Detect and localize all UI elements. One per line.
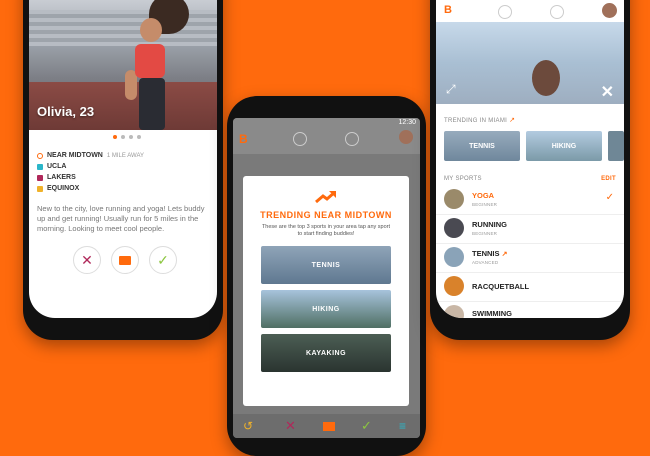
edit-button[interactable]: EDIT <box>601 176 616 182</box>
filter-icon[interactable] <box>293 132 307 146</box>
detail-team: LAKERS <box>37 172 144 183</box>
phone-profile: Olivia, 23 NEAR MIDTOWN 1 MILE AWAY UCLA… <box>23 0 223 340</box>
detail-location: NEAR MIDTOWN 1 MILE AWAY <box>37 150 144 161</box>
trending-tile-hiking[interactable]: HIKING <box>526 131 602 161</box>
check-icon: ✓ <box>157 251 169 268</box>
sport-avatar <box>444 276 464 296</box>
avatar[interactable] <box>399 130 413 144</box>
reject-button[interactable]: ✕ <box>73 246 101 274</box>
profile-bio: New to the city, love running and yoga! … <box>37 204 205 233</box>
sport-avatar <box>444 247 464 267</box>
tennis-card[interactable]: TENNIS <box>261 246 391 284</box>
profile-photo[interactable]: Olivia, 23 <box>29 0 217 130</box>
filter-icon[interactable] <box>498 5 512 19</box>
trending-tile-tennis[interactable]: TENNIS <box>444 131 520 161</box>
photo-pager[interactable] <box>113 135 141 139</box>
envelope-icon <box>119 255 131 265</box>
accept-button[interactable]: ✓ <box>149 246 177 274</box>
profile-screen: Olivia, 23 NEAR MIDTOWN 1 MILE AWAY UCLA… <box>29 0 217 318</box>
profile-name: Olivia, 23 <box>37 104 95 119</box>
sport-row-swimming[interactable]: SWIMMING <box>436 302 624 318</box>
phone-sports: B ⤢ ✕ TRENDING IN MIAMI ↗ TENNIS HIKING … <box>430 0 630 340</box>
trending-modal: TRENDING NEAR MIDTOWN These are the top … <box>243 176 409 406</box>
detail-school: UCLA <box>37 161 144 172</box>
sport-avatar <box>444 189 464 209</box>
trending-label: TRENDING IN MIAMI ↗ <box>444 117 516 124</box>
logo-icon[interactable]: B <box>444 4 452 16</box>
expand-icon[interactable]: ⤢ <box>446 82 456 97</box>
check-icon: ✓ <box>605 192 614 203</box>
avatar[interactable] <box>602 3 617 18</box>
team-icon <box>37 174 43 181</box>
message-button[interactable] <box>111 246 139 274</box>
sport-avatar <box>444 218 464 238</box>
kayaking-card[interactable]: KAYAKING <box>261 334 391 372</box>
trending-up-icon: ↗ <box>501 251 508 258</box>
close-icon: ✕ <box>81 251 93 268</box>
logo-icon[interactable]: B <box>239 132 248 146</box>
detail-gym: EQUINOX <box>37 183 144 194</box>
app-header: 12:30 B <box>233 118 420 154</box>
profile-details: NEAR MIDTOWN 1 MILE AWAY UCLA LAKERS EQU… <box>37 150 144 194</box>
sport-row-yoga[interactable]: YOGA BEGINNER ✓ <box>436 186 624 215</box>
sports-screen: B ⤢ ✕ TRENDING IN MIAMI ↗ TENNIS HIKING … <box>436 0 624 318</box>
trending-tile-more[interactable] <box>608 131 624 161</box>
trending-up-icon <box>315 190 336 204</box>
trending-screen: 12:30 B TRENDING NEAR MIDTOWN These are … <box>233 118 420 438</box>
app-header: B <box>436 0 624 22</box>
close-icon[interactable]: ✕ <box>285 418 296 434</box>
status-time: 12:30 <box>398 119 416 126</box>
menu-icon[interactable]: ≡ <box>399 419 406 433</box>
check-icon[interactable]: ✓ <box>361 418 372 434</box>
close-icon[interactable]: ✕ <box>601 82 614 102</box>
cover-photo: ⤢ ✕ <box>436 22 624 104</box>
hiking-card[interactable]: HIKING <box>261 290 391 328</box>
school-icon <box>37 163 43 170</box>
trending-up-icon: ↗ <box>509 117 516 124</box>
sport-row-racquetball[interactable]: RACQUETBALL <box>436 273 624 302</box>
action-bar: ↺ ✕ ✓ ≡ <box>233 414 420 438</box>
sport-row-tennis[interactable]: TENNIS ↗ ADVANCED <box>436 244 624 273</box>
envelope-icon[interactable] <box>323 422 335 431</box>
gym-icon <box>37 185 43 192</box>
modal-title: TRENDING NEAR MIDTOWN <box>260 210 392 220</box>
sport-avatar <box>444 305 464 318</box>
chat-icon[interactable] <box>550 5 564 19</box>
phone-trending: 12:30 B TRENDING NEAR MIDTOWN These are … <box>227 96 426 456</box>
location-pin-icon <box>37 152 43 159</box>
chat-icon[interactable] <box>345 132 359 146</box>
my-sports-label: MY SPORTS <box>444 176 482 182</box>
modal-subtitle: These are the top 3 sports in your area … <box>261 224 391 237</box>
sport-row-running[interactable]: RUNNING BEGINNER <box>436 215 624 244</box>
undo-icon[interactable]: ↺ <box>243 419 253 433</box>
